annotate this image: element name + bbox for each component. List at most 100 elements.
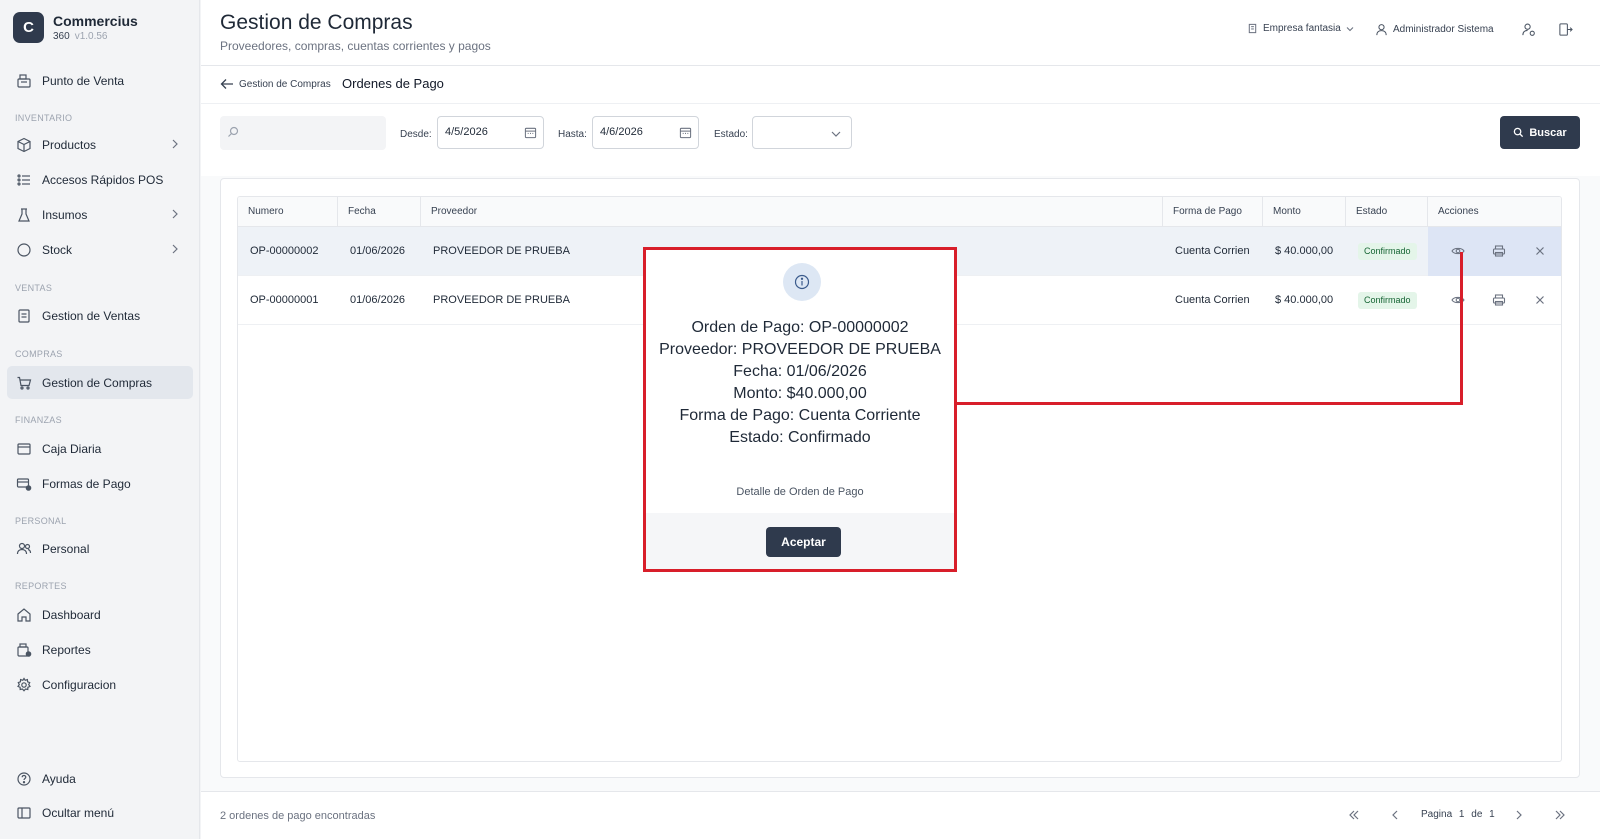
- list-icon: [17, 173, 30, 186]
- breadcrumb: Gestion de Compras Ordenes de Pago: [201, 66, 1600, 104]
- status-badge: Confirmado: [1358, 292, 1417, 309]
- dialog-line-status: Estado: Confirmado: [729, 429, 871, 446]
- gear-icon: [17, 676, 31, 692]
- company-name: Empresa fantasia: [1263, 23, 1341, 34]
- sidebar-item-label: Personal: [42, 541, 90, 556]
- accept-button[interactable]: Aceptar: [766, 527, 841, 557]
- circle-icon: [17, 242, 31, 257]
- chevron-right-icon: [172, 209, 178, 219]
- breadcrumb-back-label: Gestion de Compras: [239, 78, 331, 90]
- cell-fecha: 01/06/2026: [350, 294, 406, 306]
- filter-bar: Desde: 4/5/2026 Hasta: 4/6/2026 Estado: …: [201, 104, 1600, 176]
- desde-date-input[interactable]: 4/5/2026: [437, 116, 544, 149]
- sidebar-item-label: Reportes: [42, 642, 91, 657]
- sidebar-item-label: Punto de Venta: [42, 73, 125, 88]
- page-subtitle: Proveedores, compras, cuentas corrientes…: [220, 39, 491, 53]
- first-page-icon[interactable]: [1347, 808, 1361, 822]
- sidebar-item-dashboard[interactable]: Dashboard: [7, 598, 193, 631]
- search-button[interactable]: Buscar: [1500, 116, 1580, 149]
- chevron-right-icon: [172, 139, 178, 149]
- logout-icon: [1559, 23, 1573, 36]
- cell-monto: $ 40.000,00: [1275, 245, 1334, 257]
- cell-monto: $ 40.000,00: [1275, 294, 1334, 306]
- card-settings-icon: [16, 477, 32, 491]
- col-estado[interactable]: Estado: [1346, 197, 1428, 227]
- sidebar: C Commercius 360 v1.0.56 Punto de Venta I…: [0, 0, 200, 839]
- arrow-left-icon: [220, 79, 233, 89]
- sidebar-item-label: Gestion de Compras: [42, 375, 153, 390]
- home-icon: [17, 607, 31, 622]
- callout-connector-horizontal: [957, 402, 1463, 405]
- user-settings-button[interactable]: [1521, 22, 1541, 37]
- wallet-icon: [17, 442, 31, 455]
- chevron-right-icon: [172, 244, 178, 254]
- sidebar-item-label: Caja Diaria: [42, 441, 102, 456]
- status-badge: Confirmado: [1358, 243, 1417, 260]
- search-box[interactable]: [220, 116, 386, 150]
- hasta-date-input[interactable]: 4/6/2026: [592, 116, 699, 149]
- search-input[interactable]: [245, 116, 380, 150]
- col-monto[interactable]: Monto: [1263, 197, 1346, 227]
- sidebar-item-ocultar-menu[interactable]: Ocultar menú: [7, 796, 193, 829]
- estado-select[interactable]: [752, 116, 852, 149]
- sidebar-item-reportes[interactable]: Reportes: [7, 633, 193, 666]
- col-forma-pago[interactable]: Forma de Pago: [1163, 197, 1263, 227]
- breadcrumb-back-link[interactable]: Gestion de Compras: [220, 78, 331, 90]
- sidebar-item-caja-diaria[interactable]: Caja Diaria: [7, 432, 193, 465]
- col-fecha[interactable]: Fecha: [338, 197, 421, 227]
- sidebar-item-stock[interactable]: Stock: [7, 233, 193, 266]
- sidebar-item-productos[interactable]: Productos: [7, 128, 193, 161]
- sidebar-item-accesos-rapidos[interactable]: Accesos Rápidos POS: [7, 163, 193, 196]
- dialog-line-amount: Monto: $40.000,00: [733, 385, 867, 402]
- table-header: Numero Fecha Proveedor Forma de Pago Mon…: [238, 197, 1561, 227]
- sidebar-item-label: Ocultar menú: [42, 805, 115, 820]
- user-menu[interactable]: Administrador Sistema: [1375, 23, 1494, 36]
- sidebar-item-gestion-ventas[interactable]: Gestion de Ventas: [7, 299, 193, 332]
- section-personal: PERSONAL: [15, 516, 67, 526]
- section-inventario: INVENTARIO: [15, 113, 73, 123]
- sidebar-item-configuracion[interactable]: Configuracion: [7, 668, 193, 701]
- desde-value: 4/5/2026: [445, 126, 488, 138]
- pagination-info: Pagina 1 de 1: [1421, 809, 1495, 820]
- sidebar-item-label: Formas de Pago: [42, 476, 131, 491]
- cell-numero: OP-00000001: [250, 294, 319, 306]
- brand-version: v1.0.56: [74, 31, 108, 42]
- printer-icon[interactable]: [1492, 293, 1506, 307]
- company-selector[interactable]: Empresa fantasia: [1247, 23, 1360, 34]
- close-icon[interactable]: [1533, 293, 1547, 307]
- sidebar-item-gestion-compras[interactable]: Gestion de Compras: [7, 366, 193, 399]
- user-icon: [1376, 24, 1387, 36]
- page-label: Pagina: [1421, 809, 1453, 820]
- page-current: 1: [1458, 809, 1465, 820]
- sidebar-item-label: Gestion de Ventas: [42, 308, 141, 323]
- close-icon[interactable]: [1533, 244, 1547, 258]
- printer-icon[interactable]: [1492, 244, 1506, 258]
- flask-icon: [18, 207, 30, 222]
- col-proveedor[interactable]: Proveedor: [421, 197, 1163, 227]
- sidebar-item-punto-de-venta[interactable]: Punto de Venta: [7, 64, 193, 97]
- sidebar-item-label: Dashboard: [42, 607, 101, 622]
- dialog-line-order: Orden de Pago: OP-00000002: [691, 319, 909, 336]
- prev-page-icon[interactable]: [1388, 808, 1402, 822]
- sidebar-item-insumos[interactable]: Insumos: [7, 198, 193, 231]
- sidebar-item-label: Configuracion: [42, 677, 117, 692]
- next-page-icon[interactable]: [1512, 808, 1526, 822]
- last-page-icon[interactable]: [1553, 808, 1567, 822]
- brand-product: 360: [53, 31, 70, 42]
- sidebar-item-ayuda[interactable]: Ayuda: [7, 762, 193, 795]
- pos-register-icon: [17, 73, 31, 88]
- row-actions: [1428, 227, 1561, 276]
- user-settings-icon: [1522, 23, 1535, 36]
- logout-button[interactable]: [1558, 22, 1578, 37]
- section-finanzas: FINANZAS: [15, 415, 62, 425]
- sidebar-item-label: Accesos Rápidos POS: [42, 172, 164, 187]
- sidebar-item-label: Productos: [42, 137, 97, 152]
- row-actions: [1428, 276, 1561, 325]
- app-header: Gestion de Compras Proveedores, compras,…: [201, 0, 1600, 66]
- info-icon: [783, 263, 821, 301]
- col-numero[interactable]: Numero: [238, 197, 338, 227]
- chevron-down-icon: [1346, 26, 1354, 31]
- search-button-label: Buscar: [1529, 126, 1567, 139]
- sidebar-item-personal[interactable]: Personal: [7, 532, 193, 565]
- sidebar-item-formas-pago[interactable]: Formas de Pago: [7, 467, 193, 500]
